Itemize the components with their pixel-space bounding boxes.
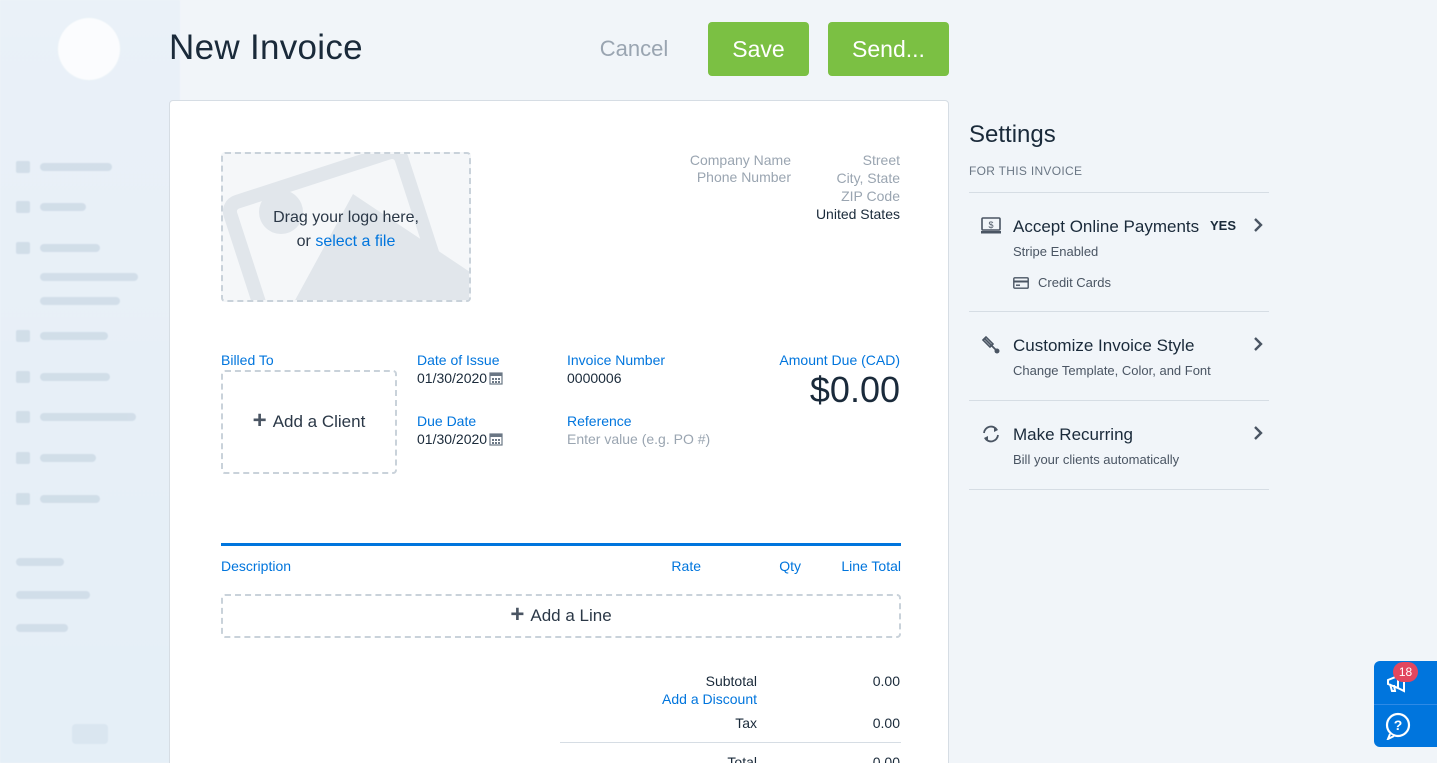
svg-text:$: $ [988,220,993,230]
amount-due-value: $0.00 [809,369,900,410]
due-date-value[interactable]: 01/30/2020 [417,431,487,447]
invoice-number-field[interactable]: 0000006 [567,370,622,386]
online-payment-icon: $ [981,217,1001,234]
calendar-icon[interactable] [489,371,503,385]
company-info[interactable]: Company Name Phone Number [690,152,791,186]
setting-make-recurring[interactable]: Make Recurring Bill your clients automat… [969,400,1269,489]
sidebar-item [16,370,110,384]
address-country[interactable]: United States [816,205,900,223]
sidebar-item [16,410,136,424]
sidebar-item [16,492,100,506]
setting-title: Accept Online Payments [1013,217,1200,236]
save-button[interactable]: Save [708,22,809,76]
credit-cards-option: Credit Cards [1013,275,1111,290]
address-zip[interactable]: ZIP Code [816,187,900,205]
dropzone-or: or [296,233,311,250]
reference-input[interactable] [567,431,737,447]
svg-text:?: ? [1394,717,1403,733]
help-widget[interactable]: ? [1374,704,1437,747]
company-name[interactable]: Company Name [690,152,791,169]
company-address[interactable]: Street City, State ZIP Code United State… [816,151,900,223]
sidebar-item [16,329,108,343]
setting-description: Change Template, Color, and Font [1013,363,1211,378]
line-items-header: Description Rate Qty Line Total [221,543,901,583]
chevron-right-icon [1254,218,1263,232]
logo-dropzone[interactable]: Drag your logo here, or select a file [221,152,471,302]
calendar-icon[interactable] [489,432,503,446]
total-label: Total [727,754,757,763]
chevron-right-icon [1254,426,1263,440]
billed-to-label: Billed To [221,352,274,368]
settings-subtitle: FOR THIS INVOICE [969,164,1083,178]
invoice-number-label: Invoice Number [567,352,666,368]
address-street[interactable]: Street [816,151,900,169]
add-line-button[interactable]: + Add a Line [221,594,901,638]
help-icon: ? [1385,712,1411,740]
column-qty: Qty [779,558,801,574]
credit-cards-label: Credit Cards [1038,275,1111,290]
paint-brush-icon [981,335,1000,354]
sidebar-item [16,270,138,284]
column-line-total: Line Total [841,558,901,574]
setting-online-payments[interactable]: $ Accept Online Payments YES Stripe Enab… [969,192,1269,311]
setting-title: Customize Invoice Style [1013,336,1195,355]
tax-value: 0.00 [872,715,900,731]
sidebar-item [16,451,96,465]
send-button[interactable]: Send... [828,22,949,76]
column-rate: Rate [671,558,701,574]
sidebar-bottom-logo [72,724,108,744]
due-date-field[interactable]: 01/30/2020 [417,431,503,447]
subtotal-value: 0.00 [872,673,900,689]
plus-icon: + [510,600,525,628]
sidebar-logo [58,18,120,80]
sidebar [0,0,180,763]
totals-divider [560,742,901,743]
reference-label: Reference [567,413,632,429]
payments-status-badge: YES [1210,218,1237,233]
due-date-label: Due Date [417,413,477,429]
cancel-button[interactable]: Cancel [596,22,672,76]
sidebar-item [16,588,90,602]
add-client-button[interactable]: + Add a Client [221,370,397,474]
date-of-issue-value[interactable]: 01/30/2020 [417,370,487,386]
sidebar-item [16,160,112,174]
select-file-link[interactable]: select a file [315,233,395,250]
column-description: Description [221,558,292,574]
company-phone[interactable]: Phone Number [690,169,791,186]
address-city-state[interactable]: City, State [816,169,900,187]
date-of-issue-field[interactable]: 01/30/2020 [417,370,503,386]
sidebar-item [16,200,86,214]
add-client-label: Add a Client [272,412,366,431]
dropzone-text: Drag your logo here, [273,209,419,226]
sidebar-item [16,241,100,255]
notification-count-badge: 18 [1393,662,1418,682]
setting-title: Make Recurring [1013,425,1133,444]
invoice-card: Drag your logo here, or select a file Co… [169,100,949,763]
setting-description: Bill your clients automatically [1013,452,1180,467]
date-of-issue-label: Date of Issue [417,352,500,368]
subtotal-label: Subtotal [705,673,757,689]
plus-icon: + [252,406,267,434]
sidebar-item [16,621,68,635]
settings-divider [969,489,1269,490]
sidebar-item [16,555,64,569]
add-discount-link[interactable]: Add a Discount [662,691,757,707]
tax-label: Tax [735,715,757,731]
recurring-arrows-icon [983,425,999,443]
credit-card-icon [1013,276,1029,289]
total-value: 0.00 [872,754,900,763]
sidebar-item [16,294,120,308]
settings-title: Settings [969,121,1056,148]
setting-customize-style[interactable]: Customize Invoice Style Change Template,… [969,311,1269,400]
amount-due-label: Amount Due (CAD) [779,352,900,368]
chevron-right-icon [1254,337,1263,351]
page-title: New Invoice [169,28,363,67]
add-line-label: Add a Line [530,606,612,625]
setting-description: Stripe Enabled [1013,244,1099,259]
